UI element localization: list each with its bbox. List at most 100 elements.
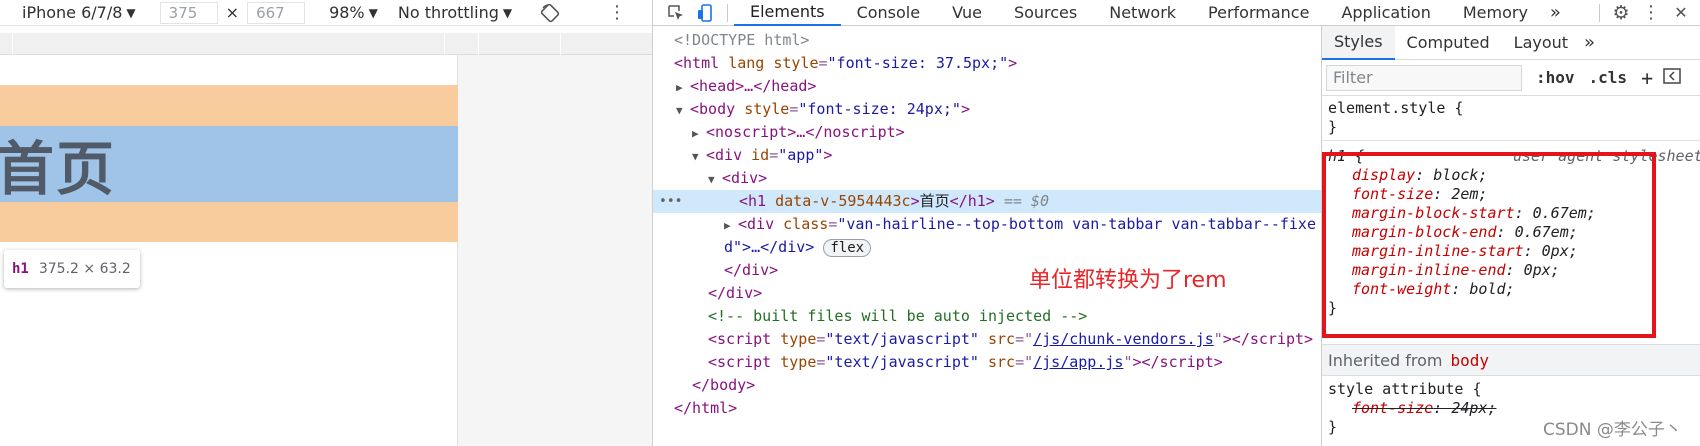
- ua-prop-display[interactable]: display: block;: [1352, 166, 1487, 185]
- tree-node-h1-selected[interactable]: ••• <h1 data-v-5954443c>首页</h1> == $0: [653, 190, 1321, 213]
- dimension-times: ×: [225, 3, 240, 22]
- settings-button[interactable]: ⚙: [1606, 0, 1636, 26]
- style-attribute-selector[interactable]: style attribute {: [1328, 380, 1482, 399]
- tree-node-doctype[interactable]: <!DOCTYPE html>: [653, 29, 1321, 52]
- attr-name: type: [780, 330, 817, 348]
- rule-separator: [1322, 140, 1700, 141]
- toolbar-separator: [1599, 3, 1600, 22]
- ua-prop-font-weight[interactable]: font-weight: bold;: [1352, 280, 1515, 299]
- hov-button[interactable]: :hov: [1536, 68, 1575, 87]
- tree-node-script-vendors[interactable]: <script type="text/javascript" src="/js/…: [653, 328, 1321, 351]
- attr-value: "app": [778, 146, 824, 164]
- more-vertical-icon: ⋮: [1642, 2, 1660, 23]
- tag-name: <body: [690, 100, 736, 118]
- ua-prop-margin-inline-end[interactable]: margin-inline-end: 0px;: [1352, 261, 1560, 280]
- throttling-select[interactable]: No throttling ▼: [398, 3, 512, 22]
- rotate-button[interactable]: [540, 3, 560, 23]
- inspect-cursor-icon: [668, 4, 683, 20]
- expand-triangle-icon[interactable]: ▶: [692, 122, 706, 145]
- tree-node-noscript[interactable]: ▶ <noscript>…</noscript>: [653, 121, 1321, 144]
- tab-vue[interactable]: Vue: [936, 0, 998, 26]
- caret-down-icon: ▼: [502, 5, 513, 20]
- height-input[interactable]: 667: [247, 1, 306, 24]
- attr-name: id: [751, 146, 770, 164]
- collapse-triangle-icon[interactable]: ▼: [676, 99, 690, 122]
- tree-node-script-app[interactable]: <script type="text/javascript" src="/js/…: [653, 351, 1321, 374]
- tag-name: <div>: [722, 169, 768, 187]
- flex-badge[interactable]: flex: [823, 239, 872, 257]
- tooltip-tag: h1: [12, 261, 29, 277]
- collapse-triangle-icon[interactable]: ▼: [708, 168, 722, 191]
- element-style-selector[interactable]: element.style {: [1328, 99, 1463, 118]
- annotation-text: 单位都转换为了rem: [1029, 268, 1227, 293]
- tag-name: </body>: [692, 376, 756, 394]
- viewport-area: 首页 h1 375.2 × 63.2: [0, 55, 652, 446]
- tab-sources[interactable]: Sources: [998, 0, 1093, 26]
- console-ref: == $0: [1003, 192, 1049, 210]
- collapse-triangle-icon[interactable]: ▼: [692, 145, 706, 168]
- device-screen[interactable]: 首页 h1 375.2 × 63.2: [0, 55, 458, 446]
- tree-node-html-close[interactable]: </html>: [653, 397, 1321, 420]
- attr-value: "font-size: 24px;": [798, 100, 961, 118]
- zoom-select[interactable]: 98% ▼: [329, 3, 378, 22]
- close-devtools-button[interactable]: ✕: [1666, 0, 1696, 26]
- tree-node-tabbar[interactable]: ▶ <div class="van-hairline--top-bottom va…: [653, 213, 1321, 236]
- inspect-element-button[interactable]: [661, 0, 691, 26]
- tree-node-html[interactable]: <html lang style="font-size: 37.5px;">: [653, 52, 1321, 75]
- ua-prop-margin-block-start[interactable]: margin-block-start: 0.67em;: [1352, 204, 1596, 223]
- ruler-tick: [444, 33, 445, 55]
- comment-text: <!-- built files will be auto injected -…: [708, 307, 1088, 325]
- tab-application[interactable]: Application: [1325, 0, 1446, 26]
- overridden-prop-font-size[interactable]: font-size: 24px;: [1352, 399, 1497, 418]
- expand-triangle-icon[interactable]: ▶: [676, 76, 690, 99]
- tree-node-div-inner[interactable]: ▼ <div>: [653, 167, 1321, 190]
- ua-prop-margin-inline-start[interactable]: margin-inline-start: 0px;: [1352, 242, 1578, 261]
- script-link[interactable]: /js/app.js: [1033, 353, 1123, 371]
- tab-memory[interactable]: Memory: [1447, 0, 1544, 26]
- cls-button[interactable]: .cls: [1589, 68, 1628, 87]
- h1-selector[interactable]: h1 {: [1328, 147, 1364, 166]
- new-rule-icon[interactable]: +: [1641, 66, 1653, 90]
- device-mode-icon: [698, 3, 712, 22]
- ua-prop-font-size[interactable]: font-size: 2em;: [1352, 185, 1487, 204]
- customize-devtools-button[interactable]: ⋮: [1636, 0, 1666, 26]
- ruler-tick: [560, 33, 561, 55]
- tree-node-body[interactable]: ▼ <body style="font-size: 24px;">: [653, 98, 1321, 121]
- h1-content-overlay[interactable]: 首页: [0, 126, 458, 203]
- tab-styles[interactable]: Styles: [1322, 25, 1395, 60]
- ua-prop-margin-block-end[interactable]: margin-block-end: 0.67em;: [1352, 223, 1578, 242]
- tree-node-tabbar-cont[interactable]: d">…</div> flex: [653, 236, 1321, 259]
- tab-computed[interactable]: Computed: [1395, 26, 1502, 60]
- device-toggle-button[interactable]: [691, 0, 721, 26]
- expand-triangle-icon[interactable]: ▶: [724, 214, 738, 237]
- more-tabs-button[interactable]: »: [1544, 0, 1567, 26]
- toggle-sidebar-icon[interactable]: [1663, 67, 1681, 88]
- tree-node-body-close[interactable]: </body>: [653, 374, 1321, 397]
- inherited-source-link[interactable]: body: [1450, 351, 1489, 370]
- styles-filter-input[interactable]: Filter: [1326, 64, 1522, 91]
- tab-console[interactable]: Console: [841, 0, 937, 26]
- tag-name: <div: [738, 215, 775, 233]
- tab-network[interactable]: Network: [1093, 0, 1192, 26]
- tree-node-comment[interactable]: <!-- built files will be auto injected -…: [653, 305, 1321, 328]
- device-select[interactable]: iPhone 6/7/8 ▼: [22, 3, 136, 22]
- tag-name: <noscript>…</noscript>: [706, 123, 905, 141]
- ellipsis-icon[interactable]: •••: [659, 190, 682, 213]
- device-label: iPhone 6/7/8: [22, 3, 123, 22]
- rule-close-brace: }: [1328, 418, 1338, 436]
- tree-node-div-app[interactable]: ▼ <div id="app">: [653, 144, 1321, 167]
- script-link[interactable]: /js/chunk-vendors.js: [1033, 330, 1214, 348]
- tree-node-head[interactable]: ▶ <head>…</head>: [653, 75, 1321, 98]
- tab-performance[interactable]: Performance: [1192, 0, 1325, 26]
- more-style-tabs-button[interactable]: »: [1580, 26, 1599, 60]
- tag-name: <head>…</head>: [690, 77, 817, 95]
- close-icon: ✕: [1674, 3, 1688, 22]
- zoom-label: 98%: [329, 3, 365, 22]
- more-options-icon[interactable]: ⋮: [608, 2, 626, 23]
- inspect-tooltip: h1 375.2 × 63.2: [4, 250, 140, 288]
- tab-layout[interactable]: Layout: [1502, 26, 1580, 60]
- tab-elements[interactable]: Elements: [734, 0, 841, 26]
- caret-down-icon: ▼: [368, 5, 378, 20]
- width-input[interactable]: 375: [159, 1, 218, 24]
- attr-value: "text/javascript": [825, 353, 979, 371]
